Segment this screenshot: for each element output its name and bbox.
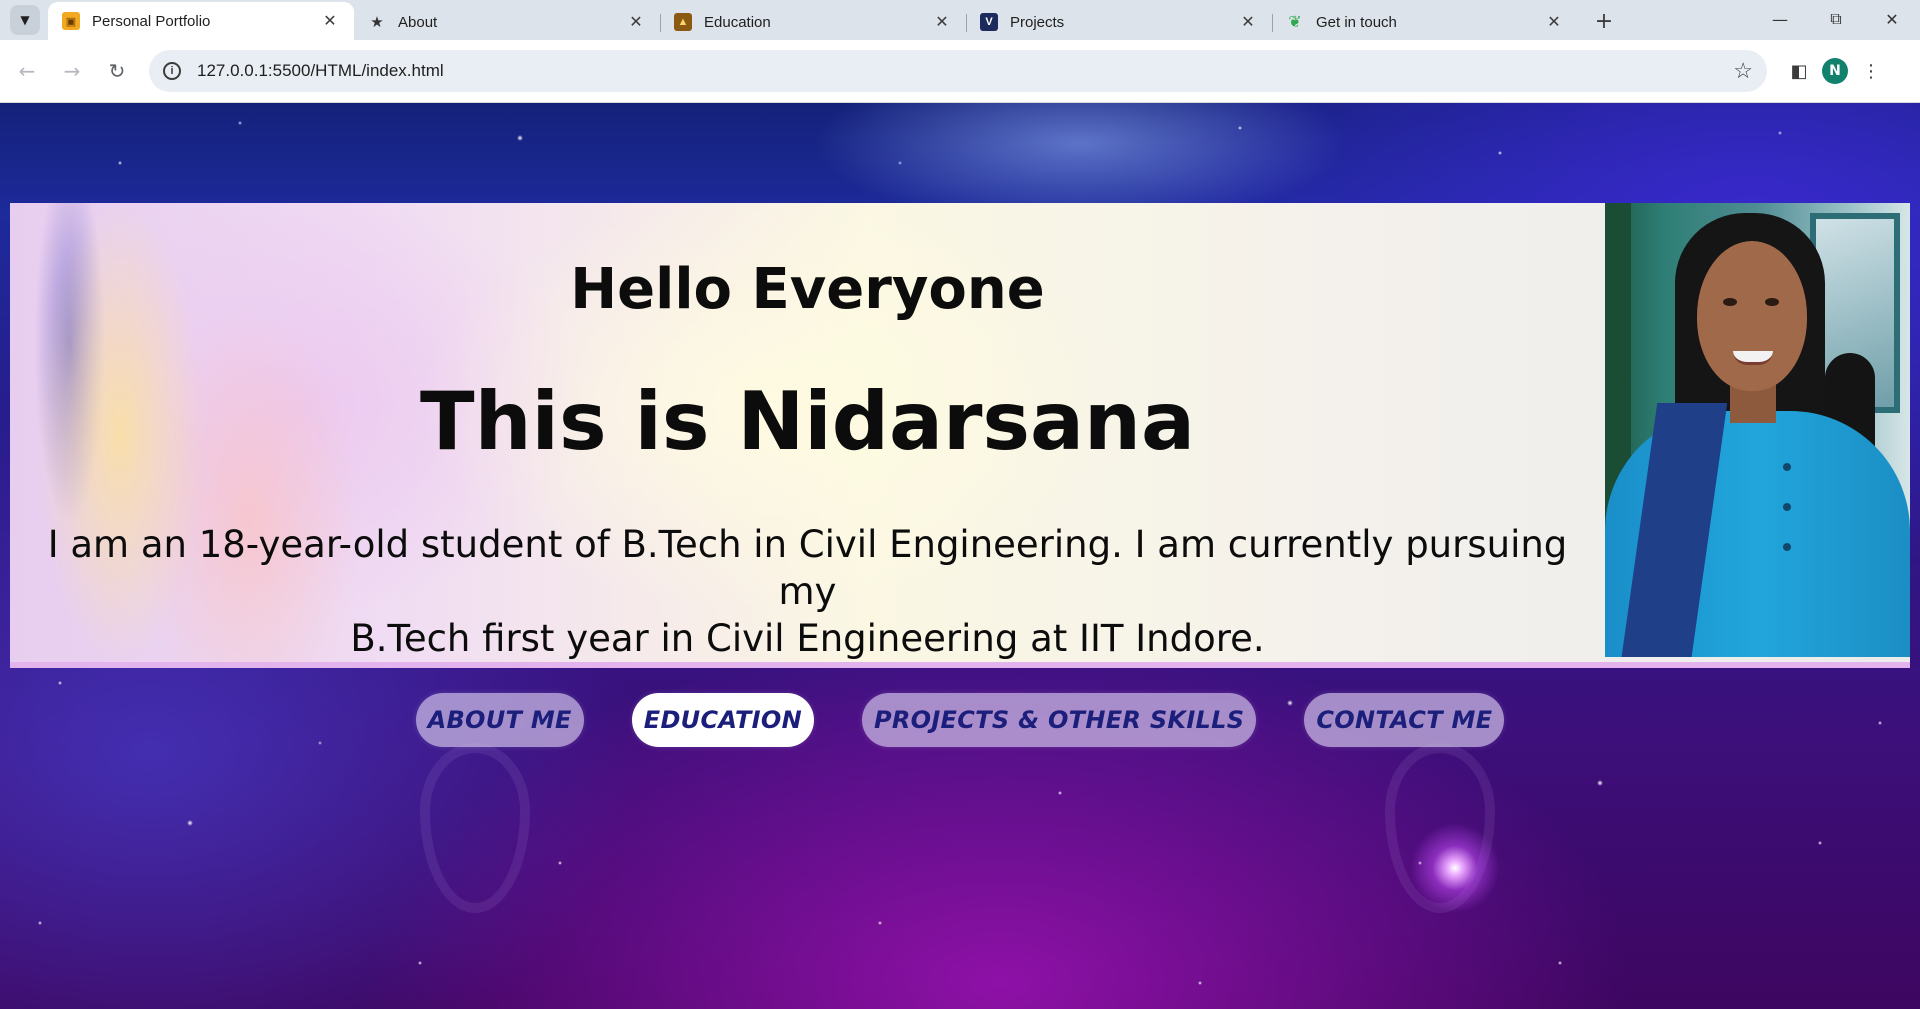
close-icon[interactable]: ✕ bbox=[932, 12, 952, 32]
restore-button[interactable]: ⧉ bbox=[1808, 0, 1864, 38]
tab-search-button[interactable]: ▼ bbox=[10, 5, 40, 35]
minimize-icon: — bbox=[1772, 9, 1788, 29]
tab-title: Education bbox=[704, 13, 771, 31]
avatar: N bbox=[1822, 58, 1848, 84]
browser-toolbar: ← → ↻ i 127.0.0.1:5500/HTML/index.html ☆… bbox=[0, 40, 1920, 103]
photo-face bbox=[1697, 241, 1807, 391]
profile-button[interactable]: N bbox=[1817, 53, 1853, 89]
address-bar[interactable]: i 127.0.0.1:5500/HTML/index.html ☆ bbox=[149, 50, 1767, 92]
restore-icon: ⧉ bbox=[1830, 9, 1842, 28]
tab-about[interactable]: ★ About ✕ bbox=[354, 4, 660, 40]
new-tab-button[interactable]: + bbox=[1586, 3, 1622, 39]
tab-personal-portfolio[interactable]: ▣ Personal Portfolio ✕ bbox=[48, 2, 354, 40]
name-heading: This is Nidarsana bbox=[420, 375, 1195, 468]
tab-education[interactable]: ▲ Education ✕ bbox=[660, 4, 966, 40]
plus-icon: + bbox=[1594, 8, 1614, 34]
tab-title: Projects bbox=[1010, 13, 1065, 31]
close-icon: ✕ bbox=[1885, 9, 1899, 29]
photo-dress-button bbox=[1783, 503, 1791, 511]
side-panel-icon: ◧ bbox=[1790, 60, 1808, 82]
forward-button[interactable]: → bbox=[54, 53, 90, 89]
url-text[interactable]: 127.0.0.1:5500/HTML/index.html bbox=[197, 61, 1733, 81]
flame-icon: ▲ bbox=[674, 13, 692, 31]
close-icon[interactable]: ✕ bbox=[1544, 12, 1564, 32]
arrow-right-icon: → bbox=[63, 59, 81, 83]
close-window-button[interactable]: ✕ bbox=[1864, 0, 1920, 38]
close-icon[interactable]: ✕ bbox=[1238, 12, 1258, 32]
person-silhouette-icon: ★ bbox=[370, 14, 384, 31]
tab-strip: ▼ ▣ Personal Portfolio ✕ ★ About ✕ ▲ Edu… bbox=[0, 0, 1920, 40]
close-icon[interactable]: ✕ bbox=[626, 12, 646, 32]
tab-title: Get in touch bbox=[1316, 13, 1397, 31]
bookmark-star-icon[interactable]: ☆ bbox=[1733, 58, 1753, 84]
window-controls: — ⧉ ✕ bbox=[1752, 0, 1920, 38]
v-logo-icon: V bbox=[980, 13, 998, 31]
reload-icon: ↻ bbox=[108, 59, 126, 83]
nav-about-me-button[interactable]: ABOUT ME bbox=[415, 693, 584, 747]
glowing-light bbox=[1410, 823, 1500, 913]
portfolio-folder-icon: ▣ bbox=[62, 12, 80, 30]
greeting-heading: Hello Everyone bbox=[570, 257, 1045, 322]
minimize-button[interactable]: — bbox=[1752, 0, 1808, 38]
close-icon[interactable]: ✕ bbox=[320, 11, 340, 31]
photo-eye bbox=[1723, 298, 1737, 306]
tab-title: About bbox=[398, 13, 438, 31]
photo-dress-button bbox=[1783, 543, 1791, 551]
bio-line: I am an 18-year-old student of B.Tech in… bbox=[47, 523, 1568, 613]
reload-button[interactable]: ↻ bbox=[99, 53, 135, 89]
main-navigation: ABOUT ME EDUCATION PROJECTS & OTHER SKIL… bbox=[0, 693, 1920, 749]
side-panel-button[interactable]: ◧ bbox=[1781, 53, 1817, 89]
photo-dress-button bbox=[1783, 463, 1791, 471]
menu-button[interactable]: ⋮ bbox=[1853, 53, 1889, 89]
toolbar-right: ◧ N ⋮ bbox=[1781, 53, 1889, 89]
nav-projects-button[interactable]: PROJECTS & OTHER SKILLS bbox=[861, 693, 1257, 747]
nav-contact-me-button[interactable]: CONTACT ME bbox=[1304, 693, 1505, 747]
profile-photo bbox=[1605, 203, 1910, 657]
bio-paragraph: I am an 18-year-old student of B.Tech in… bbox=[30, 521, 1585, 662]
arrow-left-icon: ← bbox=[18, 59, 36, 83]
tab-get-in-touch[interactable]: ❦ Get in touch ✕ bbox=[1272, 4, 1578, 40]
nav-education-button[interactable]: EDUCATION bbox=[631, 693, 814, 747]
chevron-down-icon: ▼ bbox=[20, 13, 30, 27]
kebab-menu-icon: ⋮ bbox=[1862, 60, 1880, 82]
photo-eye bbox=[1765, 298, 1779, 306]
bio-line: B.Tech first year in Civil Engineering a… bbox=[350, 617, 1265, 660]
hero-text: Hello Everyone This is Nidarsana I am an… bbox=[10, 203, 1605, 662]
hero-banner: Hello Everyone This is Nidarsana I am an… bbox=[10, 203, 1910, 668]
back-button[interactable]: ← bbox=[9, 53, 45, 89]
portfolio-page: Hello Everyone This is Nidarsana I am an… bbox=[0, 103, 1920, 1009]
info-icon[interactable]: i bbox=[163, 62, 181, 80]
tab-projects[interactable]: V Projects ✕ bbox=[966, 4, 1272, 40]
leaf-icon: ❦ bbox=[1288, 14, 1302, 31]
tab-title: Personal Portfolio bbox=[92, 12, 211, 30]
